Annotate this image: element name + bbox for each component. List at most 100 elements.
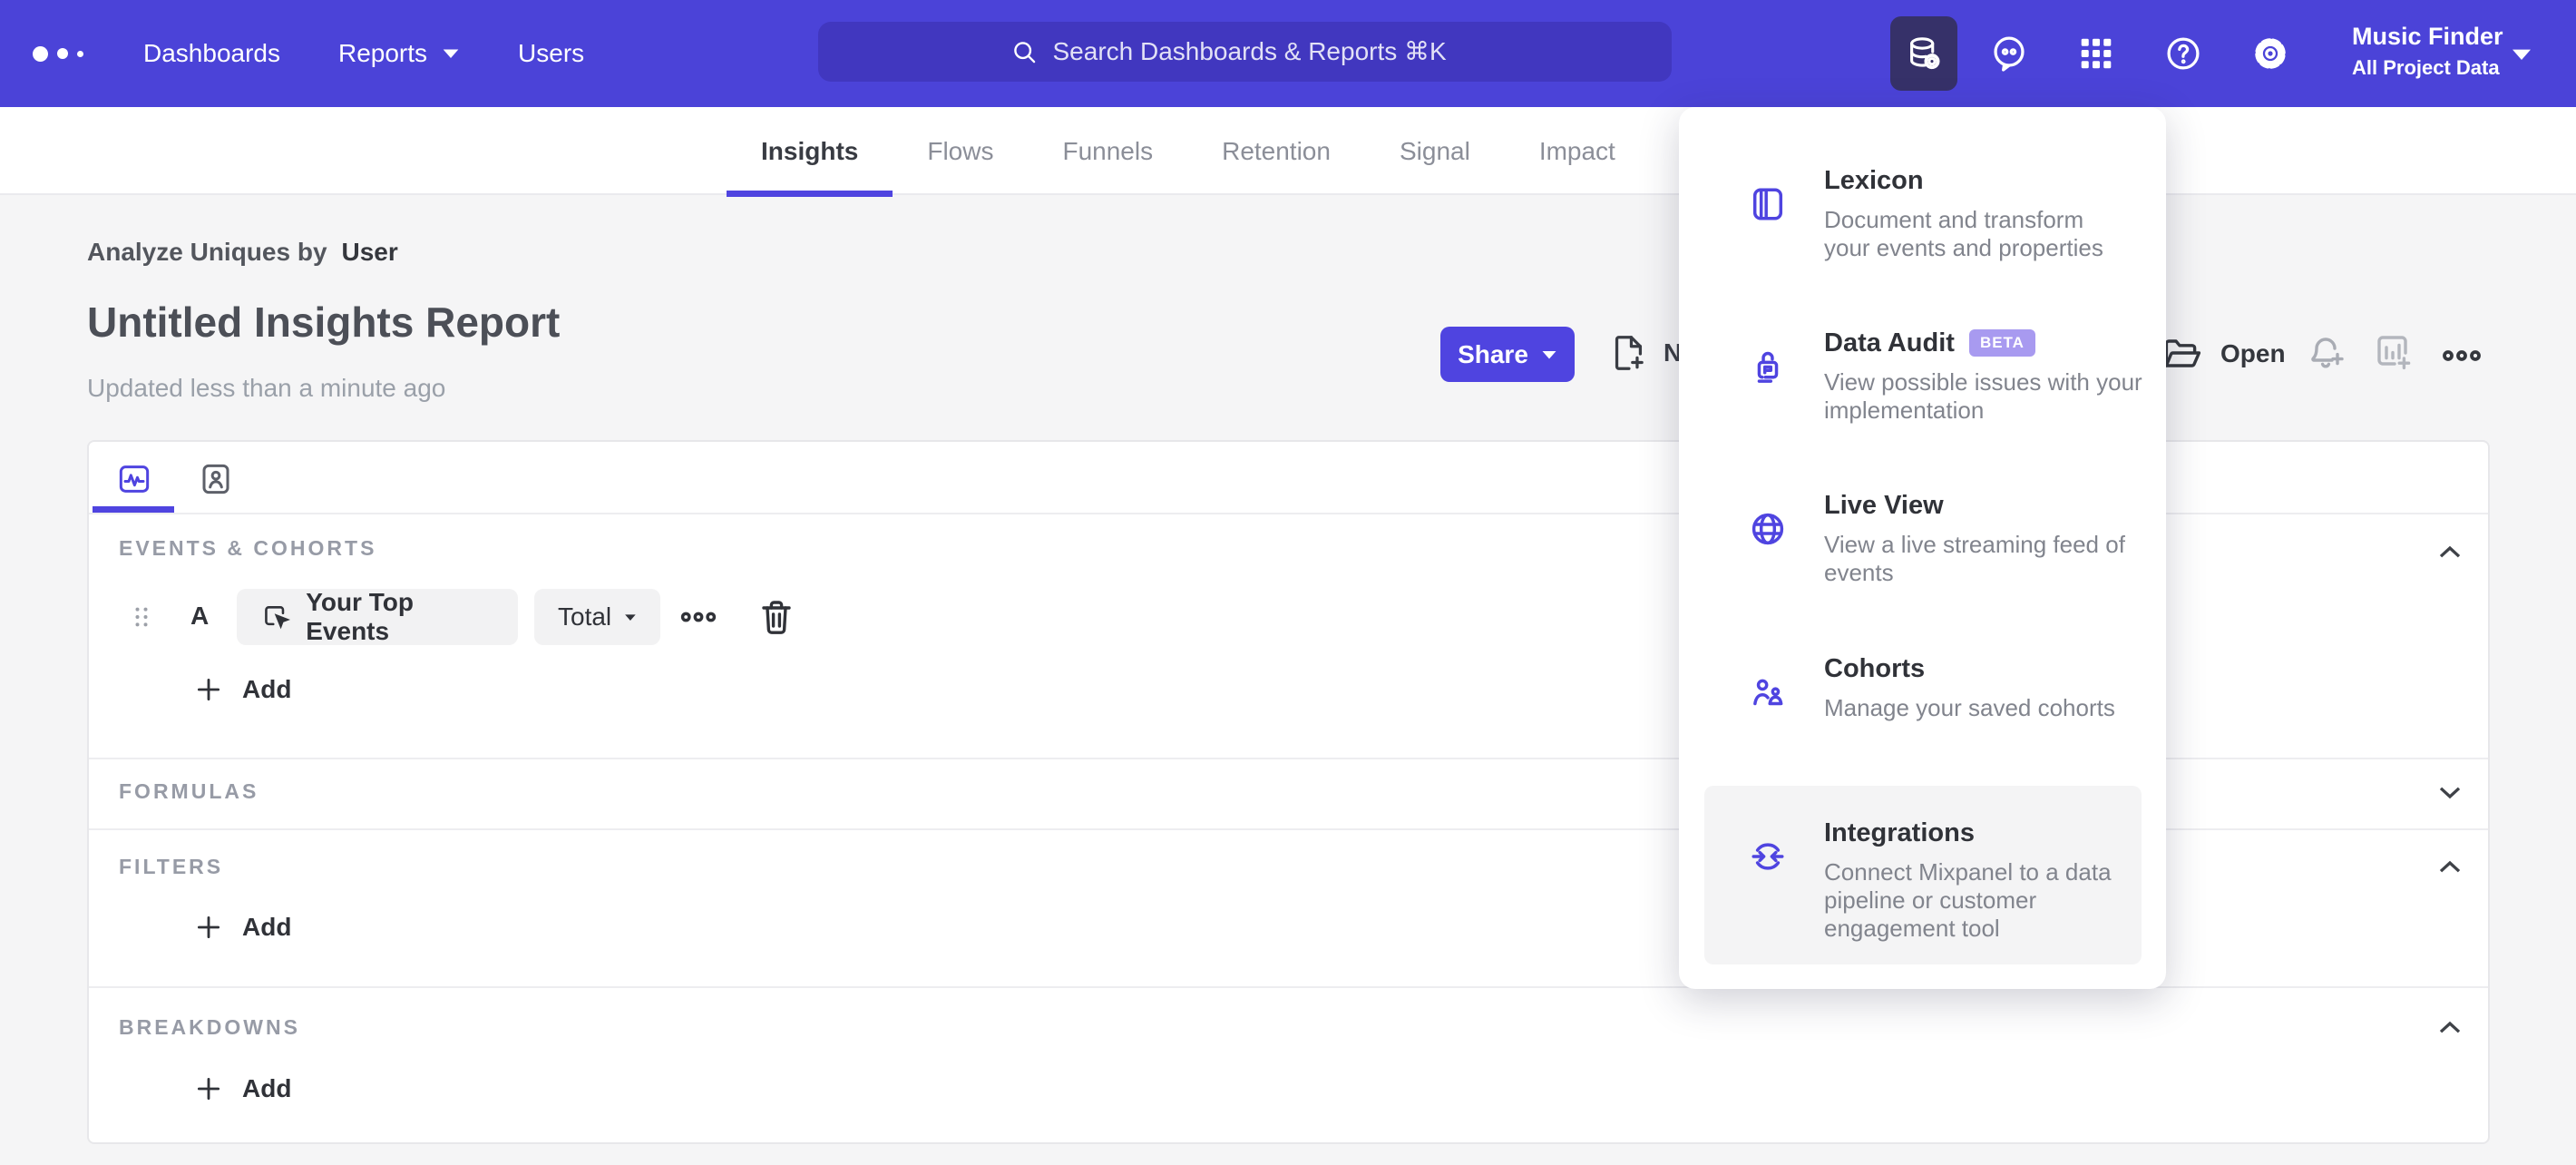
tab-retention[interactable]: Retention bbox=[1187, 107, 1365, 195]
event-cursor-icon bbox=[265, 606, 291, 630]
bell-plus-icon bbox=[2311, 338, 2344, 368]
help-button[interactable] bbox=[2162, 33, 2204, 74]
event-selector-chip[interactable]: Your Top Events bbox=[237, 588, 518, 645]
tab-label: Flows bbox=[927, 136, 994, 165]
caret-down-icon bbox=[443, 49, 459, 58]
share-button[interactable]: Share bbox=[1440, 327, 1575, 382]
event-row-more-button[interactable] bbox=[678, 597, 718, 637]
collapse-filters-button[interactable] bbox=[2432, 849, 2468, 886]
metric-selector-chip[interactable]: Total bbox=[534, 589, 660, 645]
expand-formulas-button[interactable] bbox=[2432, 774, 2468, 810]
document-plus-icon bbox=[1615, 336, 1644, 370]
metric-value: Total bbox=[558, 602, 612, 631]
menu-item-description: Connect Mixpanel to a data pipeline or c… bbox=[1824, 858, 2112, 942]
lexicon-icon bbox=[1752, 188, 1783, 220]
menu-item-description: Manage your saved cohorts bbox=[1824, 694, 2115, 721]
cohorts-people-icon bbox=[1753, 679, 1783, 706]
chart-plus-icon bbox=[2377, 336, 2411, 370]
project-name: Music Finder bbox=[2352, 23, 2503, 50]
top-nav: Dashboards Reports Users Search Dashboar… bbox=[0, 0, 2576, 107]
mixpanel-logo-icon[interactable] bbox=[33, 0, 83, 107]
add-breakdown-button[interactable]: Add bbox=[193, 1073, 291, 1104]
more-actions-button[interactable] bbox=[2440, 334, 2483, 377]
analyze-selector: Analyze Uniques by User bbox=[87, 238, 398, 267]
add-filter-button[interactable]: Add bbox=[193, 912, 291, 943]
menu-item-description: View possible issues with your implement… bbox=[1824, 368, 2142, 424]
page-title[interactable]: Untitled Insights Report bbox=[87, 298, 560, 347]
tab-events-metrics[interactable] bbox=[116, 461, 152, 497]
menu-item-title: Cohorts bbox=[1824, 654, 1926, 683]
tab-insights[interactable]: Insights bbox=[727, 107, 893, 197]
add-label: Add bbox=[242, 913, 292, 941]
collapse-breakdowns-button[interactable] bbox=[2432, 1010, 2468, 1046]
global-search[interactable] bbox=[818, 22, 1672, 82]
menu-item-integrations[interactable]: Integrations Connect Mixpanel to a data … bbox=[1679, 811, 2166, 974]
drag-handle[interactable] bbox=[123, 599, 160, 635]
more-horizontal-icon bbox=[2443, 350, 2481, 361]
pulse-chart-icon bbox=[119, 465, 150, 493]
analyze-prefix: Analyze Uniques by bbox=[87, 238, 327, 266]
profile-card-icon bbox=[202, 464, 229, 494]
database-gear-icon bbox=[1910, 37, 1940, 70]
caret-down-icon bbox=[1542, 350, 1556, 358]
active-tab-underline bbox=[727, 191, 893, 197]
menu-item-lexicon[interactable]: Lexicon Document and transform your even… bbox=[1679, 159, 2166, 322]
data-management-menu: Lexicon Document and transform your even… bbox=[1679, 107, 2166, 989]
project-scope: All Project Data bbox=[2352, 56, 2500, 80]
collapse-events-button[interactable] bbox=[2432, 534, 2468, 571]
data-audit-lock-icon bbox=[1757, 351, 1779, 383]
alert-button[interactable] bbox=[2304, 330, 2347, 374]
add-event-button[interactable]: Add bbox=[193, 674, 291, 705]
live-view-globe-icon bbox=[1751, 513, 1784, 545]
menu-item-live-view[interactable]: Live View View a live streaming feed of … bbox=[1679, 484, 2166, 647]
nav-item-label: Dashboards bbox=[143, 39, 280, 67]
question-circle-icon bbox=[2167, 37, 2200, 70]
tab-signal[interactable]: Signal bbox=[1365, 107, 1505, 195]
delete-event-button[interactable] bbox=[755, 595, 798, 639]
tab-user-profiles[interactable] bbox=[198, 461, 234, 497]
share-label: Share bbox=[1458, 339, 1528, 368]
menu-item-description: View a live streaming feed of events bbox=[1824, 531, 2125, 586]
tab-flows[interactable]: Flows bbox=[893, 107, 1028, 195]
menu-item-title: Live View bbox=[1824, 491, 1944, 520]
tab-label: Impact bbox=[1538, 136, 1615, 165]
plus-icon bbox=[197, 678, 220, 701]
menu-item-title: Data Audit BETA bbox=[1824, 328, 2035, 358]
settings-button[interactable] bbox=[2249, 33, 2291, 74]
trash-icon bbox=[762, 601, 791, 634]
menu-item-data-audit[interactable]: Data Audit BETA View possible issues with… bbox=[1679, 321, 2166, 485]
primary-nav: Dashboards Reports Users bbox=[143, 0, 584, 107]
search-input[interactable] bbox=[1052, 37, 1481, 66]
menu-item-description: Document and transform your events and p… bbox=[1824, 206, 2103, 261]
project-selector[interactable]: Music Finder All Project Data bbox=[2352, 22, 2503, 81]
tab-label: Retention bbox=[1222, 136, 1331, 165]
nav-item-reports[interactable]: Reports bbox=[338, 39, 460, 68]
plus-icon bbox=[197, 1077, 220, 1101]
tab-impact[interactable]: Impact bbox=[1505, 107, 1650, 195]
nav-item-users[interactable]: Users bbox=[518, 39, 584, 68]
integrations-sync-icon bbox=[1751, 843, 1784, 870]
tab-label: Signal bbox=[1399, 136, 1470, 165]
add-to-board-button[interactable] bbox=[2372, 330, 2415, 374]
data-management-button[interactable] bbox=[1890, 16, 1957, 91]
caret-down-icon bbox=[625, 613, 636, 621]
menu-item-cohorts[interactable]: Cohorts Manage your saved cohorts bbox=[1679, 647, 2166, 810]
nav-item-dashboards[interactable]: Dashboards bbox=[143, 39, 280, 68]
plus-icon bbox=[197, 915, 220, 939]
open-report-button[interactable]: Open bbox=[2161, 332, 2286, 376]
add-label: Add bbox=[242, 1074, 292, 1102]
apps-grid-button[interactable] bbox=[2075, 33, 2117, 74]
gear-icon bbox=[2255, 38, 2286, 69]
tab-label: Insights bbox=[761, 136, 859, 165]
section-header-filters: FILTERS bbox=[119, 855, 224, 878]
open-label: Open bbox=[2220, 339, 2286, 367]
feedback-button[interactable] bbox=[1988, 33, 2030, 74]
analyze-value-user[interactable]: User bbox=[342, 238, 398, 267]
beta-badge: BETA bbox=[1968, 329, 2035, 357]
chevron-down-icon bbox=[2439, 787, 2461, 799]
tab-funnels[interactable]: Funnels bbox=[1028, 107, 1187, 195]
drag-dots-icon bbox=[135, 607, 148, 627]
menu-item-title: Integrations bbox=[1824, 818, 1975, 847]
caret-down-icon bbox=[2513, 49, 2531, 60]
section-header-breakdowns: BREAKDOWNS bbox=[119, 1015, 300, 1039]
